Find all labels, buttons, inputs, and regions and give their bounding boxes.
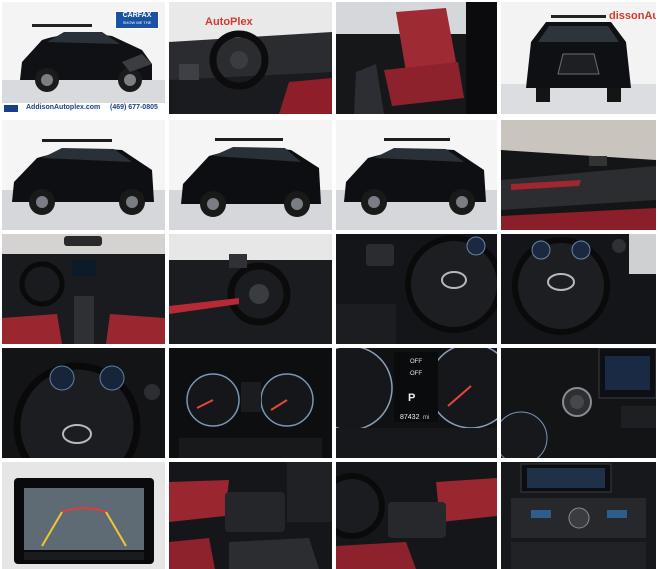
carfax-badge[interactable]: CARFAX SHOW ME THE xyxy=(115,11,159,29)
photo-center-console-left[interactable] xyxy=(169,462,332,569)
dealer-watermark: AutoPlex xyxy=(205,16,253,28)
gear-indicator: P xyxy=(408,392,416,404)
photo-gallery: CARFAX SHOW ME THE AddisonAutoplex.com (… xyxy=(0,0,658,569)
photo-driver-dashboard[interactable]: AutoPlex xyxy=(169,2,332,114)
photo-exterior-side-front-3[interactable] xyxy=(336,120,497,230)
photo-instrument-cluster[interactable] xyxy=(169,348,332,458)
photo-odometer-closeup[interactable]: OFF OFF P 87432 mi xyxy=(336,348,497,458)
photo-exterior-front-three-quarter[interactable]: CARFAX SHOW ME THE AddisonAutoplex.com (… xyxy=(2,2,165,114)
traction-off-label: OFF xyxy=(410,359,422,365)
photo-steering-wheel-right[interactable] xyxy=(501,234,656,344)
carfax-badge-line1: CARFAX xyxy=(122,12,152,19)
photo-exterior-side-front-2[interactable] xyxy=(169,120,332,230)
odometer-value: 87432 xyxy=(400,414,420,421)
photo-exterior-front[interactable]: dissonAuto xyxy=(501,2,656,114)
photo-center-console-right[interactable] xyxy=(336,462,497,569)
photo-steering-side[interactable] xyxy=(169,234,332,344)
dealer-footer-bar: AddisonAutoplex.com (469) 677-0805 xyxy=(2,103,165,114)
photo-front-cabin[interactable] xyxy=(2,234,165,344)
carfax-badge-line2: SHOW ME THE xyxy=(122,20,152,25)
dealer-url[interactable]: AddisonAutoplex.com xyxy=(26,104,100,111)
photo-steering-wheel-front[interactable] xyxy=(2,348,165,458)
vsc-off-label: OFF xyxy=(410,371,422,377)
photo-backup-camera[interactable] xyxy=(2,462,165,569)
dealer-watermark: dissonAuto xyxy=(609,10,656,22)
photo-driver-seat[interactable] xyxy=(336,2,497,114)
photo-infotainment-controls[interactable] xyxy=(501,462,656,569)
photo-exterior-side-front-1[interactable] xyxy=(2,120,165,230)
odometer-unit: mi xyxy=(423,415,430,421)
photo-start-button[interactable] xyxy=(501,348,656,458)
dealer-phone[interactable]: (469) 677-0805 xyxy=(110,104,158,111)
photo-passenger-dashboard[interactable] xyxy=(501,120,656,230)
dealer-logo-icon xyxy=(4,105,18,112)
photo-steering-wheel-left[interactable] xyxy=(336,234,497,344)
